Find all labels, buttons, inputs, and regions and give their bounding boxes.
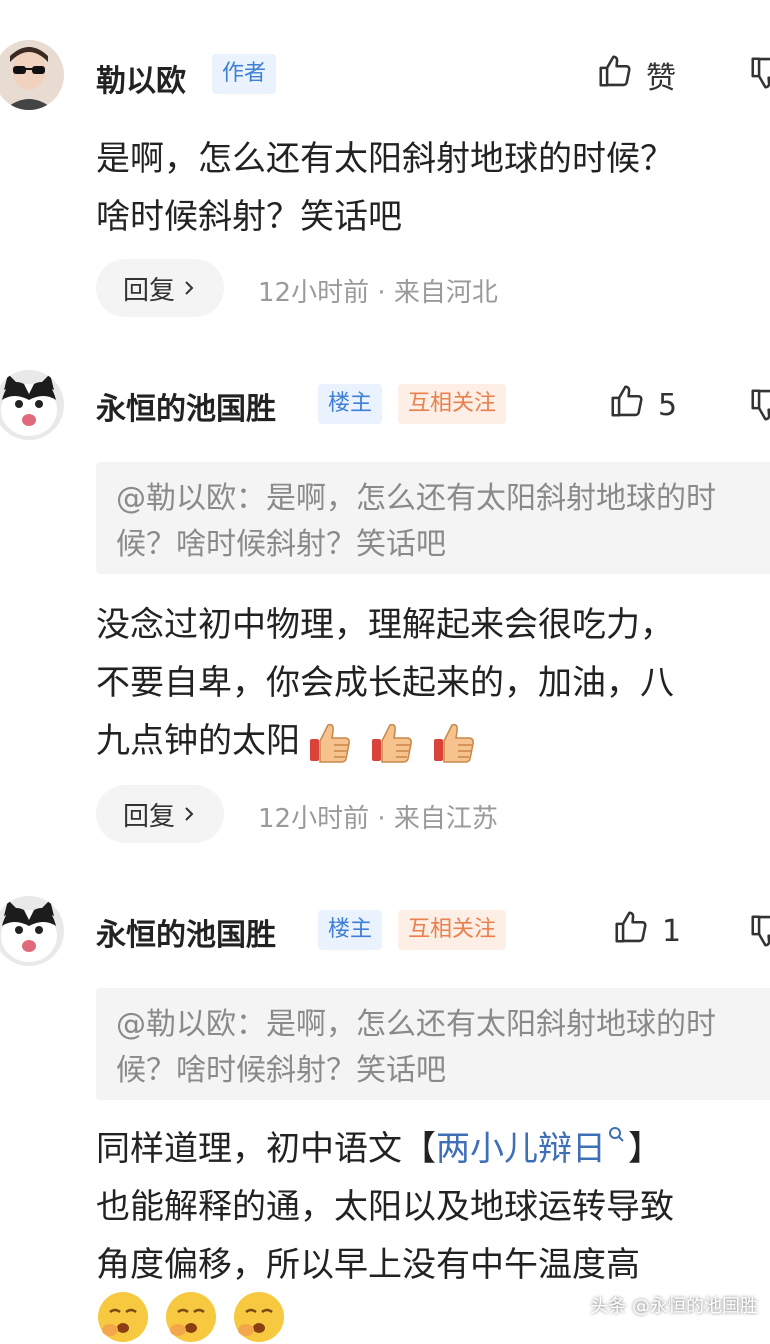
comment-text: 是啊，怎么还有太阳斜射地球的时候？ 啥时候斜射？笑话吧: [96, 130, 770, 246]
like-button[interactable]: 5: [608, 382, 677, 428]
reply-label: 回复: [122, 801, 175, 832]
mutual-follow-badge: 互相关注: [398, 384, 507, 424]
topic-link[interactable]: 两小儿辩日: [436, 1127, 628, 1169]
avatar[interactable]: [0, 370, 64, 440]
comment-line-prefix: 同样道理，初中语文【: [96, 1129, 436, 1169]
emoji-group: [306, 719, 478, 767]
username[interactable]: 勒以欧: [96, 56, 186, 100]
watermark: 头条 @永恒的池国胜: [590, 1296, 758, 1317]
comment-meta: 12小时前 · 来自河北: [258, 278, 498, 308]
quoted-comment[interactable]: @勒以欧：是啊，怎么还有太阳斜射地球的时候？啥时候斜射？笑话吧: [96, 988, 770, 1100]
thumbs-up-icon: [608, 382, 646, 428]
comment-text: 同样道理，初中语文【两小儿辩日】也能解释的通，太阳以及地球运转导致 角度偏移，所以…: [96, 1120, 770, 1294]
reply-label: 回复: [122, 275, 175, 306]
thumbs-down-icon: [748, 915, 770, 952]
like-button[interactable]: 赞: [596, 52, 676, 98]
op-badge: 楼主: [318, 910, 383, 950]
yawning-face-emoji-icon: [166, 1292, 216, 1342]
like-count: 5: [658, 387, 678, 423]
comment-text: 没念过初中物理，理解起来会很吃力， 不要自卑，你会成长起来的，加油，八 九点钟的太阳: [96, 596, 770, 770]
like-button[interactable]: 1: [612, 908, 681, 954]
avatar[interactable]: [0, 40, 64, 110]
quoted-comment[interactable]: @勒以欧：是啊，怎么还有太阳斜射地球的时候？啥时候斜射？笑话吧: [96, 462, 770, 574]
reply-button[interactable]: 回复: [96, 259, 224, 317]
topic-link-label: 两小儿辩日: [436, 1129, 606, 1169]
dislike-button[interactable]: [748, 386, 770, 426]
mutual-follow-badge: 互相关注: [398, 910, 507, 950]
thumbs-up-emoji-icon: [310, 723, 350, 763]
comment-line: 也能解释的通，太阳以及地球运转导致: [96, 1187, 674, 1227]
dislike-button[interactable]: [748, 54, 770, 94]
like-count: 1: [662, 913, 682, 949]
op-badge: 楼主: [318, 384, 383, 424]
yawning-face-emoji-icon: [98, 1292, 148, 1342]
comment-line: 啥时候斜射？笑话吧: [96, 197, 402, 237]
like-label: 赞: [646, 61, 676, 96]
chevron-right-icon: [181, 273, 197, 303]
dislike-button[interactable]: [748, 912, 770, 952]
thumbs-down-icon: [748, 389, 770, 426]
avatar[interactable]: [0, 896, 64, 966]
comment-line: 没念过初中物理，理解起来会很吃力，: [96, 605, 674, 645]
reply-button[interactable]: 回复: [96, 785, 224, 843]
comment-line: 是啊，怎么还有太阳斜射地球的时候？: [96, 139, 674, 179]
comment-line: 不要自卑，你会成长起来的，加油，八: [96, 663, 674, 703]
comment-line-first: 同样道理，初中语文【两小儿辩日】: [96, 1120, 770, 1178]
thumbs-up-icon: [596, 52, 634, 98]
comment-line-suffix: 】: [628, 1129, 662, 1169]
comment-line-last: 九点钟的太阳: [96, 712, 770, 770]
comment-meta: 12小时前 · 来自江苏: [258, 804, 498, 834]
yawning-face-emoji-icon: [234, 1292, 284, 1342]
thumbs-up-icon: [612, 908, 650, 954]
username[interactable]: 永恒的池国胜: [96, 384, 276, 428]
thumbs-up-emoji-icon: [372, 723, 412, 763]
search-icon: [606, 1127, 628, 1169]
thumbs-down-icon: [748, 57, 770, 94]
comment-line: 九点钟的太阳: [96, 721, 300, 761]
author-badge: 作者: [212, 54, 277, 94]
thumbs-up-emoji-icon: [434, 723, 474, 763]
chevron-right-icon: [181, 799, 197, 829]
comment-line: 角度偏移，所以早上没有中午温度高: [96, 1245, 640, 1285]
emoji-group: [96, 1290, 286, 1344]
username[interactable]: 永恒的池国胜: [96, 910, 276, 954]
